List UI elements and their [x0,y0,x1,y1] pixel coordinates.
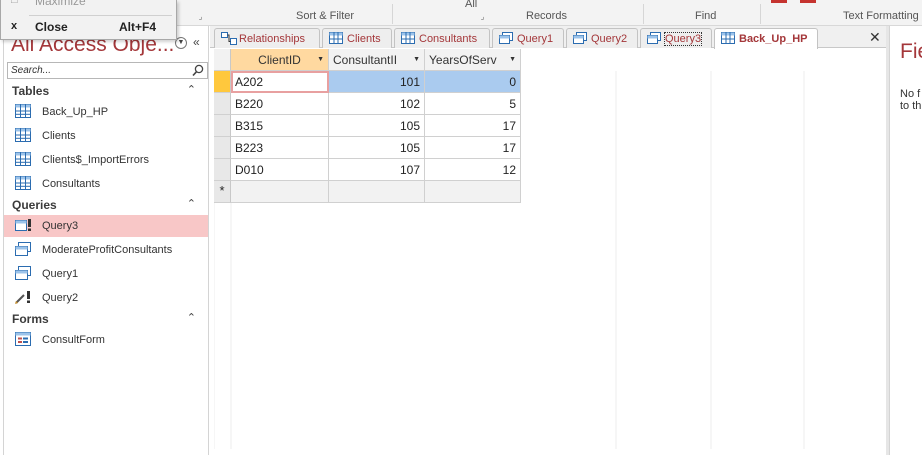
field-list-message-2: to th [900,100,922,112]
tab-label: Query2 [591,33,628,45]
nav-section-tables[interactable]: Tables ⌃ [4,81,208,101]
table-icon [15,104,31,121]
nav-item-back-up-hp[interactable]: Back_Up_HP [4,101,208,123]
menu-item-close[interactable]: x Close Alt+F4 [1,20,176,40]
search-placeholder: Search... [11,65,52,76]
section-label: Forms [12,312,49,326]
tab-label: Relationships [239,33,306,45]
nav-item-clients-import-errors[interactable]: Clients$_ImportErrors [4,149,208,171]
ribbon-red-marker-2 [800,0,816,3]
form-icon [15,332,31,349]
tab-consultants[interactable]: Consultants [394,28,490,48]
chevron-up-icon: ⌃ [186,198,196,210]
field-list-pane: Fie No f to th [889,26,922,455]
close-icon[interactable]: ✕ [869,29,881,46]
collapse-pane-icon[interactable]: « [193,35,200,49]
ribbon-group-text-formatting: Text Formatting [843,10,919,22]
nav-item-moderate-profit-consultants[interactable]: ModerateProfitConsultants [4,239,208,261]
ribbon-separator [760,4,761,24]
nav-item-label: Clients [42,130,76,142]
table-icon [329,32,343,47]
datasheet-background [214,71,805,449]
search-icon[interactable] [192,64,204,80]
update-query-icon [15,218,35,235]
nav-item-query2[interactable]: Query2 [4,287,208,309]
query-icon [647,32,661,47]
field-list-message-1: No f [900,88,921,100]
query-icon [499,32,513,47]
system-menu: □ Maximize x Close Alt+F4 [0,0,177,40]
nav-item-label: ConsultForm [42,334,105,346]
tab-query2[interactable]: Query2 [566,28,638,48]
tab-relationships[interactable]: Relationships [214,28,320,48]
nav-section-queries[interactable]: Queries ⌃ [4,195,208,215]
nav-item-label: ModerateProfitConsultants [42,244,173,256]
query-icon [573,32,587,47]
relationships-icon [221,32,237,48]
maximize-icon: □ [11,0,18,6]
nav-item-label: Query1 [42,268,79,280]
menu-item-label: Maximize [35,0,86,8]
nav-item-clients[interactable]: Clients [4,125,208,147]
table-icon [721,32,735,47]
table-icon [15,176,31,193]
ribbon-group-records: Records [526,10,567,22]
menu-item-maximize[interactable]: □ Maximize [1,0,176,14]
tab-clients[interactable]: Clients [322,28,392,48]
ribbon-group-find: Find [695,10,717,22]
menu-separator [29,15,172,16]
nav-item-label: Consultants [42,178,101,190]
nav-item-query1[interactable]: Query1 [4,263,208,285]
ribbon-separator [392,4,393,24]
nav-item-consult-form[interactable]: ConsultForm [4,329,208,351]
navigation-pane: All Access Obje... ▼ « Search... Tables … [3,26,209,455]
ribbon-red-marker [771,0,787,3]
dialog-launcher-icon[interactable]: ⌟ [196,12,205,21]
tab-label: Consultants [419,33,478,45]
nav-item-query3[interactable]: Query3 [4,215,208,237]
table-icon [401,32,415,47]
search-input[interactable]: Search... [7,62,208,79]
nav-item-label: Query2 [42,292,79,304]
close-icon: x [11,20,18,32]
section-label: Tables [12,84,50,98]
tab-query3[interactable]: Query3 [640,28,712,48]
document-area: Relationships Clients Consultants Query1… [210,26,889,455]
ribbon-partial-label: All [465,0,478,10]
query-icon [15,242,31,259]
access-window: All ⌟ Sort & Filter ⌟ Records Find Text … [0,0,922,455]
document-tab-bar: Relationships Clients Consultants Query1… [210,26,889,49]
chevron-up-icon: ⌃ [186,84,196,96]
nav-item-label: Clients$_ImportErrors [42,154,149,166]
field-list-title: Fie [900,40,922,63]
dialog-launcher-icon[interactable]: ⌟ [478,12,487,21]
table-icon [15,128,31,145]
tab-query1[interactable]: Query1 [492,28,564,48]
nav-item-label: Query3 [42,220,79,232]
menu-item-label: Close [35,20,68,34]
tab-label: Query3 [663,32,703,46]
section-label: Queries [12,198,57,212]
nav-item-label: Back_Up_HP [42,106,109,118]
tab-label: Query1 [517,33,554,45]
tab-back-up-hp[interactable]: Back_Up_HP [714,28,818,49]
nav-section-forms[interactable]: Forms ⌃ [4,309,208,329]
menu-item-shortcut: Alt+F4 [118,20,156,34]
tab-label: Clients [347,33,381,45]
ribbon-separator [643,4,644,24]
table-icon [15,152,31,169]
query-icon [15,266,31,283]
tab-label: Back_Up_HP [739,33,808,45]
pencil-query-icon [15,290,35,307]
ribbon-group-sort-filter: Sort & Filter [296,10,355,22]
chevron-up-icon: ⌃ [186,312,196,324]
nav-item-consultants[interactable]: Consultants [4,173,208,195]
